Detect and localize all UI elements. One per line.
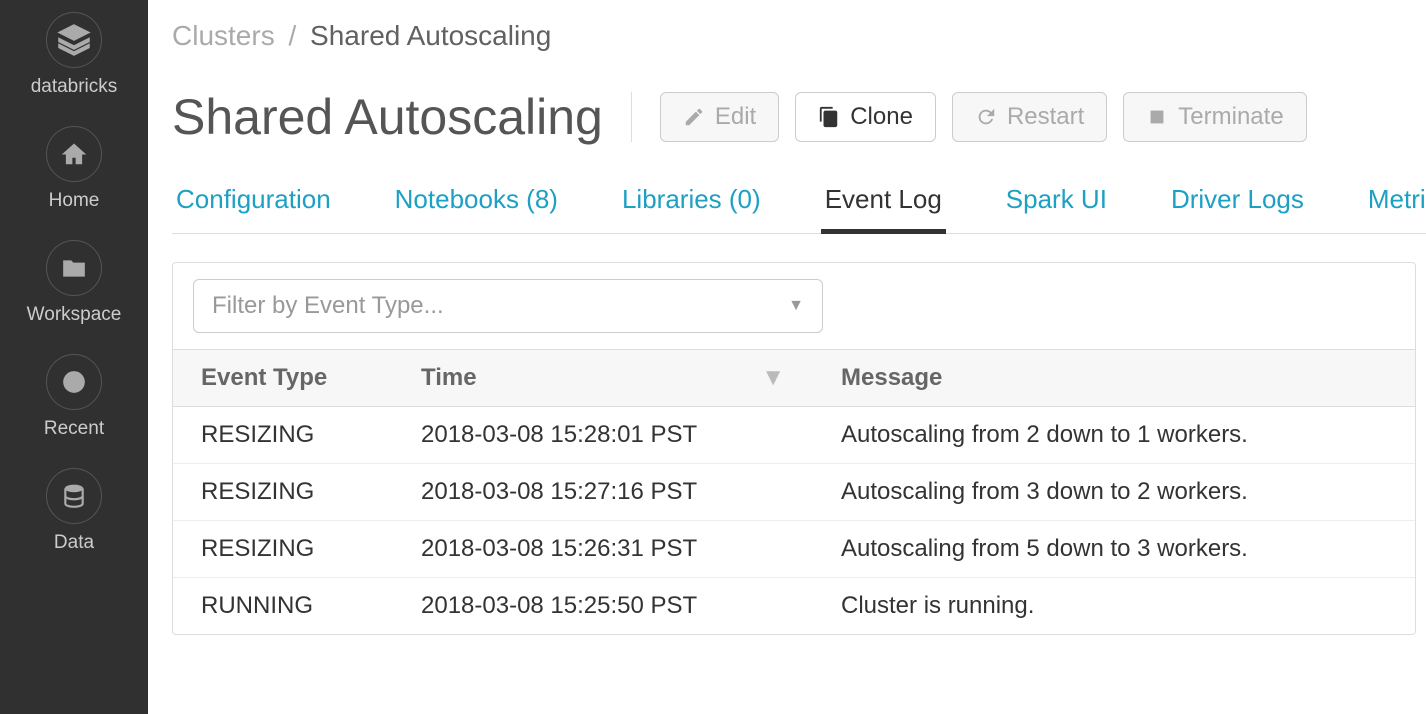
table-header-row: Event Type Time ▼ Message xyxy=(173,350,1415,407)
breadcrumb: Clusters / Shared Autoscaling xyxy=(172,20,1426,52)
cell-event-type: RESIZING xyxy=(173,521,393,578)
breadcrumb-parent[interactable]: Clusters xyxy=(172,20,275,51)
tab-event-log[interactable]: Event Log xyxy=(821,184,946,233)
brand-label: databricks xyxy=(31,76,118,98)
tab-spark-ui[interactable]: Spark UI xyxy=(1002,184,1111,233)
clone-icon xyxy=(818,106,840,128)
edit-button[interactable]: Edit xyxy=(660,92,779,142)
sidebar-item-label: Workspace xyxy=(27,304,122,326)
cell-message: Cluster is running. xyxy=(813,578,1415,635)
home-icon xyxy=(46,126,102,182)
edit-button-label: Edit xyxy=(715,103,756,131)
sidebar-item-home[interactable]: Home xyxy=(46,126,102,212)
sidebar-item-data[interactable]: Data xyxy=(46,468,102,554)
cell-message: Autoscaling from 2 down to 1 workers. xyxy=(813,407,1415,464)
sidebar-item-label: Recent xyxy=(44,418,104,440)
event-type-filter[interactable]: Filter by Event Type... ▼ xyxy=(193,279,823,333)
edit-icon xyxy=(683,106,705,128)
cell-message: Autoscaling from 5 down to 3 workers. xyxy=(813,521,1415,578)
restart-button-label: Restart xyxy=(1007,103,1084,131)
restart-button[interactable]: Restart xyxy=(952,92,1107,142)
table-row[interactable]: RUNNING 2018-03-08 15:25:50 PST Cluster … xyxy=(173,578,1415,635)
cell-message: Autoscaling from 3 down to 2 workers. xyxy=(813,464,1415,521)
filter-placeholder: Filter by Event Type... xyxy=(212,292,444,320)
cell-time: 2018-03-08 15:26:31 PST xyxy=(393,521,813,578)
sidebar: databricks Home Workspace Recent Data xyxy=(0,0,148,714)
title-divider xyxy=(631,92,632,142)
sidebar-item-recent[interactable]: Recent xyxy=(44,354,104,440)
restart-icon xyxy=(975,106,997,128)
clone-button-label: Clone xyxy=(850,103,913,131)
breadcrumb-current: Shared Autoscaling xyxy=(310,20,551,51)
action-bar: Edit Clone Restart Terminate xyxy=(660,92,1307,142)
clone-button[interactable]: Clone xyxy=(795,92,936,142)
col-header-time-label: Time xyxy=(421,364,477,391)
col-header-event-type[interactable]: Event Type xyxy=(173,350,393,407)
event-log-panel: Filter by Event Type... ▼ Event Type Tim… xyxy=(172,262,1416,635)
table-row[interactable]: RESIZING 2018-03-08 15:28:01 PST Autosca… xyxy=(173,407,1415,464)
cell-time: 2018-03-08 15:27:16 PST xyxy=(393,464,813,521)
sidebar-item-label: Home xyxy=(49,190,100,212)
col-header-time[interactable]: Time ▼ xyxy=(393,350,813,407)
terminate-button-label: Terminate xyxy=(1178,103,1283,131)
sort-desc-icon: ▼ xyxy=(761,364,785,392)
main-content: Clusters / Shared Autoscaling Shared Aut… xyxy=(148,0,1426,714)
folder-icon xyxy=(46,240,102,296)
cell-event-type: RESIZING xyxy=(173,407,393,464)
cell-event-type: RUNNING xyxy=(173,578,393,635)
sidebar-item-label: Data xyxy=(54,532,94,554)
tab-notebooks[interactable]: Notebooks (8) xyxy=(391,184,562,233)
cell-time: 2018-03-08 15:25:50 PST xyxy=(393,578,813,635)
table-row[interactable]: RESIZING 2018-03-08 15:27:16 PST Autosca… xyxy=(173,464,1415,521)
col-header-message[interactable]: Message xyxy=(813,350,1415,407)
terminate-button[interactable]: Terminate xyxy=(1123,92,1306,142)
tab-driver-logs[interactable]: Driver Logs xyxy=(1167,184,1308,233)
tab-metrics[interactable]: Metrics xyxy=(1364,184,1426,233)
page-title: Shared Autoscaling xyxy=(172,88,603,146)
event-log-table: Event Type Time ▼ Message RESIZING 2018-… xyxy=(173,349,1415,634)
chevron-down-icon: ▼ xyxy=(788,297,804,315)
tab-libraries[interactable]: Libraries (0) xyxy=(618,184,765,233)
title-row: Shared Autoscaling Edit Clone Restart T xyxy=(172,88,1426,146)
database-icon xyxy=(46,468,102,524)
breadcrumb-separator: / xyxy=(288,20,296,51)
cell-event-type: RESIZING xyxy=(173,464,393,521)
databricks-icon xyxy=(46,12,102,68)
table-row[interactable]: RESIZING 2018-03-08 15:26:31 PST Autosca… xyxy=(173,521,1415,578)
tabs: Configuration Notebooks (8) Libraries (0… xyxy=(172,184,1426,234)
brand-logo[interactable]: databricks xyxy=(31,12,118,98)
filter-row: Filter by Event Type... ▼ xyxy=(173,263,1415,349)
cell-time: 2018-03-08 15:28:01 PST xyxy=(393,407,813,464)
stop-icon xyxy=(1146,106,1168,128)
sidebar-item-workspace[interactable]: Workspace xyxy=(27,240,122,326)
tab-configuration[interactable]: Configuration xyxy=(172,184,335,233)
clock-icon xyxy=(46,354,102,410)
